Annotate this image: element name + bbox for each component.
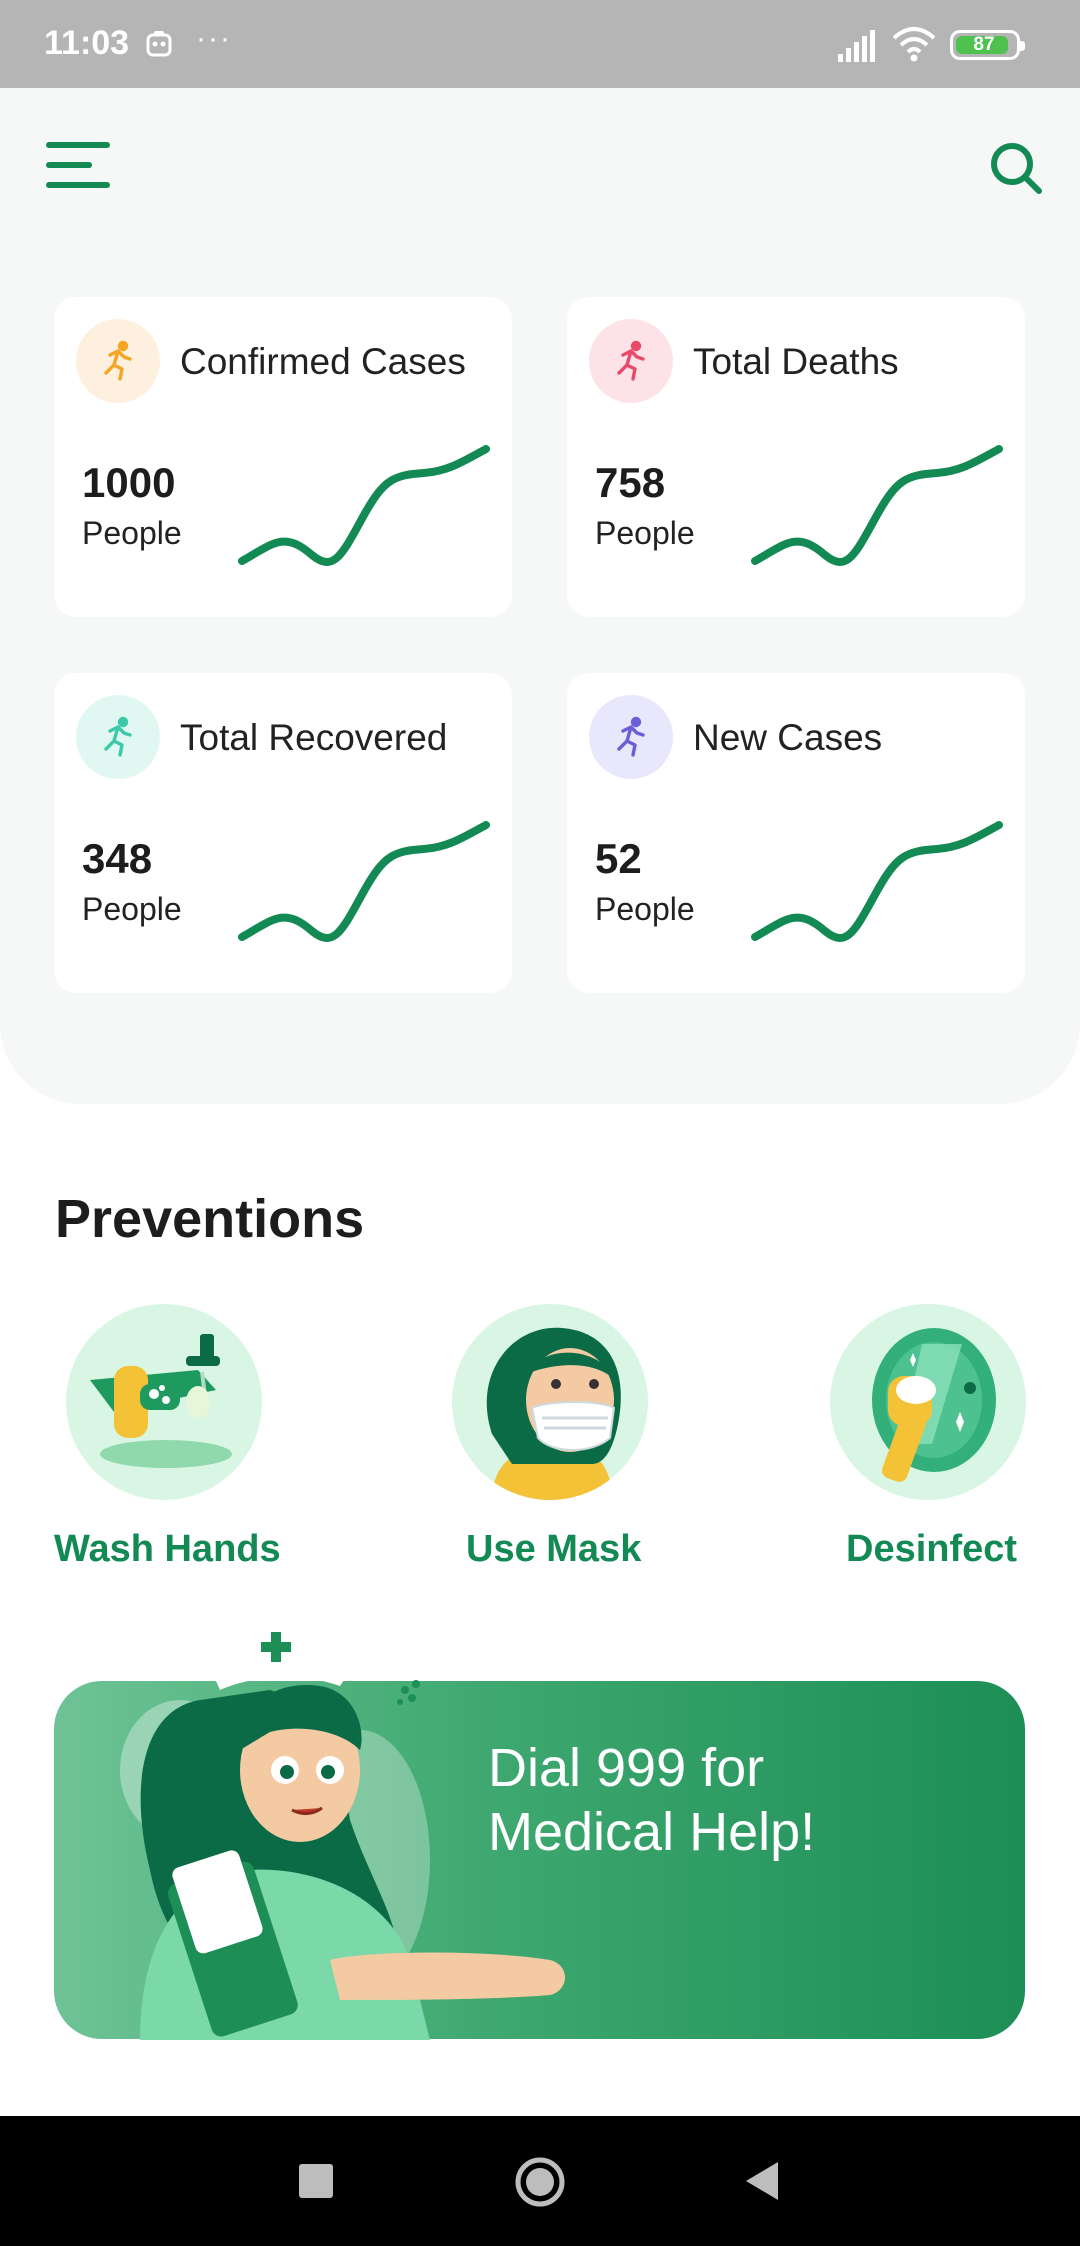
status-more-dots: ··· <box>196 22 232 55</box>
stat-title: Confirmed Cases <box>180 341 466 382</box>
trend-line-chart <box>751 445 1003 566</box>
stat-value: 52 <box>595 835 642 882</box>
signal-icon <box>838 30 875 62</box>
menu-icon[interactable] <box>46 138 110 192</box>
stat-card-deaths[interactable]: Total Deaths 758 People <box>567 297 1025 617</box>
stat-title: New Cases <box>693 717 883 758</box>
stat-value: 348 <box>82 835 153 882</box>
back-icon[interactable] <box>742 2160 782 2202</box>
stat-card-new-cases[interactable]: New Cases 52 People <box>567 673 1025 993</box>
prevention-label: Wash Hands <box>54 1528 281 1570</box>
stat-unit: People <box>82 891 182 927</box>
status-bar: 11:03 ··· 87 <box>0 0 1080 88</box>
disinfect-illustration <box>830 1304 1026 1500</box>
prevention-label: Use Mask <box>466 1528 642 1570</box>
stat-unit: People <box>595 515 695 551</box>
section-heading-preventions: Preventions <box>55 1189 365 1249</box>
trend-line-chart <box>751 821 1003 942</box>
stat-unit: People <box>82 515 182 551</box>
stat-card-confirmed[interactable]: Confirmed Cases 1000 People <box>54 297 512 617</box>
stat-title: Total Recovered <box>180 717 448 758</box>
stat-title: Total Deaths <box>693 341 899 382</box>
battery-icon: 87 <box>950 30 1025 60</box>
wifi-icon <box>892 27 936 62</box>
prevention-label: Desinfect <box>846 1528 1018 1570</box>
prevention-wash-hands[interactable]: Wash Hands <box>54 1304 314 1594</box>
trend-line-chart <box>238 821 490 942</box>
running-person-icon <box>76 319 160 403</box>
trend-line-chart <box>238 445 490 566</box>
home-icon[interactable] <box>514 2156 566 2208</box>
prevention-disinfect[interactable]: Desinfect <box>816 1304 1076 1594</box>
stat-card-recovered[interactable]: Total Recovered 348 People <box>54 673 512 993</box>
notification-icon <box>146 31 172 57</box>
search-icon[interactable] <box>988 140 1044 196</box>
prevention-use-mask[interactable]: Use Mask <box>420 1304 680 1594</box>
wash-hands-illustration <box>66 1304 262 1500</box>
mask-illustration <box>452 1304 648 1500</box>
running-person-icon <box>589 695 673 779</box>
running-person-icon <box>76 695 160 779</box>
stat-unit: People <box>595 891 695 927</box>
recents-icon[interactable] <box>299 2164 333 2198</box>
stat-value: 1000 <box>82 459 176 506</box>
running-person-icon <box>589 319 673 403</box>
stat-value: 758 <box>595 459 666 506</box>
nurse-illustration <box>120 1632 565 2040</box>
battery-level: 87 <box>973 34 995 55</box>
status-time: 11:03 <box>44 24 130 62</box>
